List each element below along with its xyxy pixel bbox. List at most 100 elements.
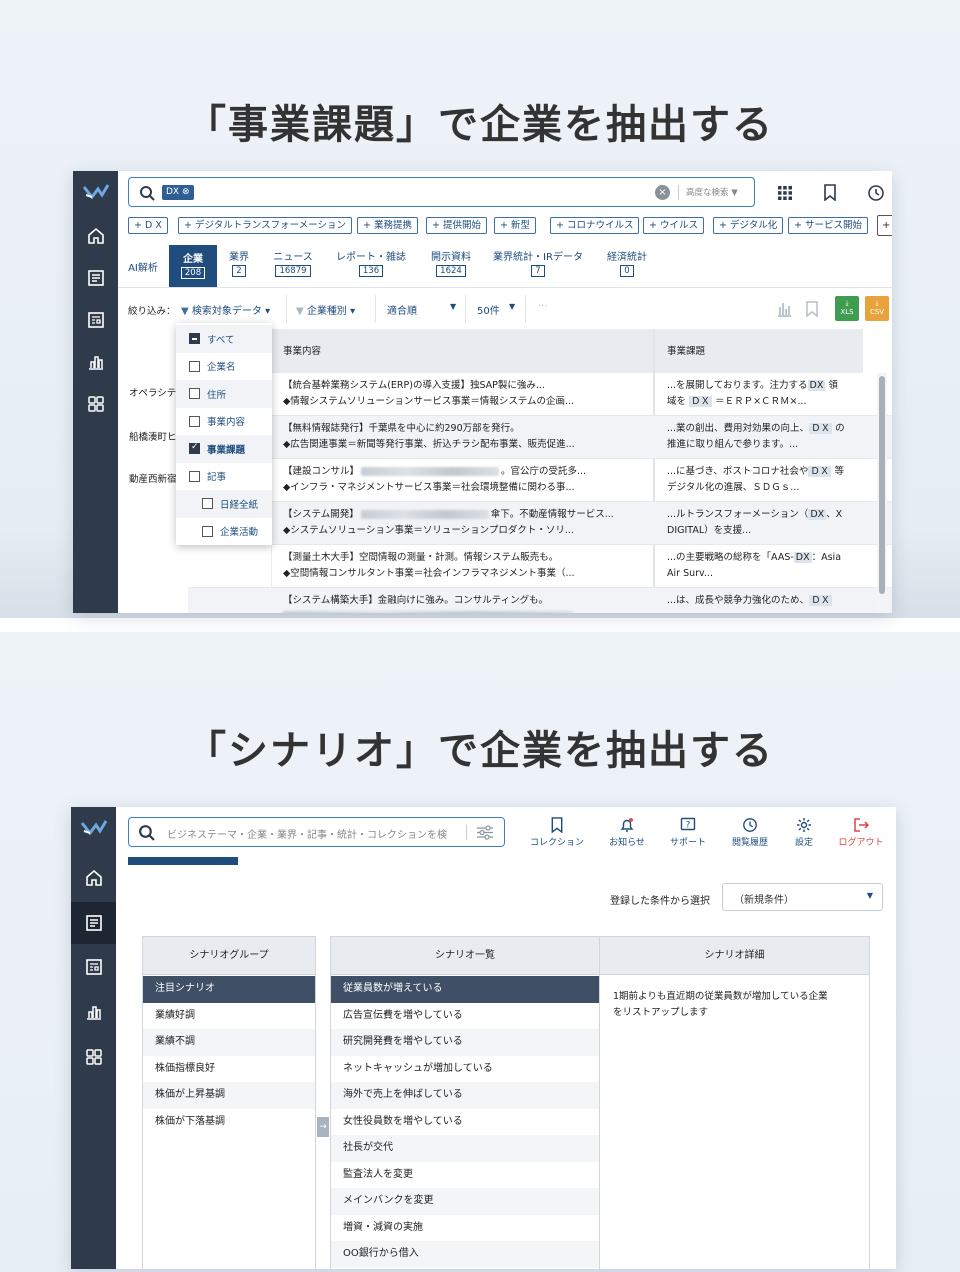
- tab-reports[interactable]: レポート・雑誌 136: [329, 251, 413, 287]
- column-header-content[interactable]: 事業内容: [283, 343, 321, 360]
- sidebar-home[interactable]: [73, 215, 118, 257]
- tab-industries[interactable]: 業界 2: [221, 251, 257, 287]
- option-articles[interactable]: 記事: [176, 463, 272, 491]
- checkbox[interactable]: [202, 525, 213, 537]
- logout-button[interactable]: ログアウト: [831, 817, 891, 848]
- scenario-item[interactable]: 社長が交代: [331, 1135, 599, 1162]
- filter-settings-icon[interactable]: [476, 825, 494, 840]
- search-input[interactable]: ビジネステーマ・企業・業界・記事・統計・コレクションを検: [128, 817, 505, 847]
- keyword-chip[interactable]: + サービス開始: [788, 217, 868, 234]
- checkbox[interactable]: [202, 498, 213, 510]
- column-header-issue[interactable]: 事業課題: [667, 343, 705, 360]
- scenario-item[interactable]: 女性役員数を増やしている: [331, 1109, 599, 1136]
- group-item[interactable]: 業績不調: [143, 1029, 315, 1056]
- collection-button[interactable]: コレクション: [527, 817, 587, 848]
- csv-download-button[interactable]: ⤓ CSV: [865, 296, 889, 321]
- keyword-chip[interactable]: + コロナウイルス: [550, 217, 640, 234]
- checkbox[interactable]: [189, 415, 200, 427]
- chevron-down-icon[interactable]: ▼: [509, 302, 515, 311]
- option-address[interactable]: 住所: [176, 380, 272, 408]
- option-activities[interactable]: 企業活動: [176, 518, 272, 546]
- xls-download-button[interactable]: ⤓ XLS: [835, 296, 859, 321]
- bookmark-icon[interactable]: [806, 301, 818, 317]
- group-item[interactable]: 株価が下落基調: [143, 1109, 315, 1136]
- scenario-item[interactable]: ネットキャッシュが増加している: [331, 1056, 599, 1083]
- content-text: 【システム開発】: [283, 509, 359, 520]
- chip-overflow[interactable]: +: [877, 215, 892, 236]
- sidebar-companies[interactable]: [71, 902, 116, 944]
- option-issue[interactable]: ✓ 事業課題: [176, 435, 272, 463]
- keyword-chip[interactable]: + 提供開始: [426, 217, 487, 234]
- history-icon[interactable]: [867, 184, 885, 202]
- tab-ai[interactable]: AI解析: [121, 251, 165, 287]
- tab-industry-stats[interactable]: 業界統計・IRデータ 7: [489, 251, 587, 287]
- keyword-chip[interactable]: + デジタル化: [713, 217, 784, 234]
- apps-icon[interactable]: [777, 185, 793, 201]
- support-button[interactable]: ? サポート: [658, 817, 718, 848]
- arrow-right-icon[interactable]: →: [317, 1117, 329, 1137]
- scenario-item[interactable]: メインバンクを変更: [331, 1188, 599, 1215]
- keyword-chip[interactable]: + 業務提携: [357, 217, 418, 234]
- saved-conditions-select[interactable]: （新規条件） ▼: [722, 883, 883, 911]
- scenario-item[interactable]: 広告宣伝費を増やしている: [331, 1003, 599, 1030]
- checkbox-indeterminate[interactable]: [189, 333, 200, 345]
- scenario-item[interactable]: 監査法人を変更: [331, 1162, 599, 1189]
- scenario-item[interactable]: OO銀行から借入: [331, 1241, 599, 1268]
- settings-button[interactable]: 設定: [774, 817, 834, 848]
- sidebar-home[interactable]: [71, 857, 116, 899]
- keyword-chip[interactable]: + デジタルトランスフォーメーション: [178, 217, 353, 234]
- group-item[interactable]: 株価指標良好: [143, 1056, 315, 1083]
- redacted-text: [361, 467, 500, 476]
- keyword-chip[interactable]: + ウイルス: [643, 217, 704, 234]
- company-name[interactable]: 船橋湊町ヒ: [129, 429, 177, 446]
- sidebar-stats[interactable]: [71, 991, 116, 1033]
- tab-economic-stats[interactable]: 経済統計 0: [599, 251, 655, 287]
- sidebar-grid[interactable]: [71, 1036, 116, 1078]
- sort-select[interactable]: 適合順: [387, 302, 417, 317]
- filter-target-button[interactable]: ▼ 検索対象データ ▾: [181, 302, 270, 317]
- company-name[interactable]: オペラシテ: [129, 385, 176, 402]
- option-company-name[interactable]: 企業名: [176, 353, 272, 381]
- search-icon: [140, 186, 155, 201]
- tab-disclosures[interactable]: 開示資料 1624: [421, 251, 481, 287]
- clear-icon[interactable]: ×: [655, 185, 670, 200]
- option-nikkei[interactable]: 日経全紙: [176, 490, 272, 518]
- search-input[interactable]: DX ⊗ × 高度な検索 ▼: [128, 177, 755, 207]
- sidebar-grid[interactable]: [73, 383, 118, 425]
- sidebar-news[interactable]: [71, 946, 116, 988]
- checkbox[interactable]: [189, 388, 200, 400]
- advanced-search-toggle[interactable]: 高度な検索 ▼: [686, 186, 738, 198]
- divider: [466, 825, 467, 840]
- content-line: 【統合基幹業務システム(ERP)の導入支援】独SAP製に強み...: [283, 380, 545, 391]
- group-item[interactable]: 注目シナリオ: [143, 976, 315, 1003]
- notifications-button[interactable]: お知らせ: [597, 817, 657, 848]
- group-item[interactable]: 株価が上昇基調: [143, 1082, 315, 1109]
- sidebar-news[interactable]: [73, 299, 118, 341]
- checkbox[interactable]: [189, 360, 200, 372]
- option-all[interactable]: すべて: [176, 325, 272, 353]
- tab-news[interactable]: ニュース 16879: [265, 251, 321, 287]
- history-button[interactable]: 閲覧履歴: [720, 817, 780, 848]
- checkbox-checked[interactable]: ✓: [189, 442, 200, 455]
- scenario-item[interactable]: 従業員数が増えている: [331, 976, 599, 1003]
- bookmark-icon[interactable]: [823, 184, 837, 201]
- sidebar-companies[interactable]: [73, 257, 118, 299]
- tab-companies[interactable]: 企業 208: [169, 245, 217, 287]
- sidebar-stats[interactable]: [73, 341, 118, 383]
- search-token[interactable]: DX ⊗: [162, 185, 194, 200]
- keyword-chip[interactable]: + 新型: [494, 217, 536, 234]
- more-icon[interactable]: ···: [538, 301, 548, 312]
- checkbox[interactable]: [189, 470, 200, 482]
- bar-chart-icon[interactable]: [776, 301, 792, 317]
- option-business[interactable]: 事業内容: [176, 408, 272, 436]
- company-name[interactable]: 動産西新宿: [129, 471, 177, 488]
- scenario-item[interactable]: 増資・減資の実施: [331, 1215, 599, 1242]
- scenario-item[interactable]: 研究開発費を増やしている: [331, 1029, 599, 1056]
- group-item[interactable]: 業績好調: [143, 1003, 315, 1030]
- chevron-down-icon[interactable]: ▼: [450, 302, 456, 311]
- keyword-chip[interactable]: + D X: [128, 217, 168, 234]
- page-size-select[interactable]: 50件: [477, 302, 500, 317]
- filter-type-button[interactable]: ▼ 企業種別 ▾: [296, 302, 355, 317]
- scenario-item[interactable]: 海外で売上を伸ばしている: [331, 1082, 599, 1109]
- scrollbar-thumb[interactable]: [879, 376, 885, 594]
